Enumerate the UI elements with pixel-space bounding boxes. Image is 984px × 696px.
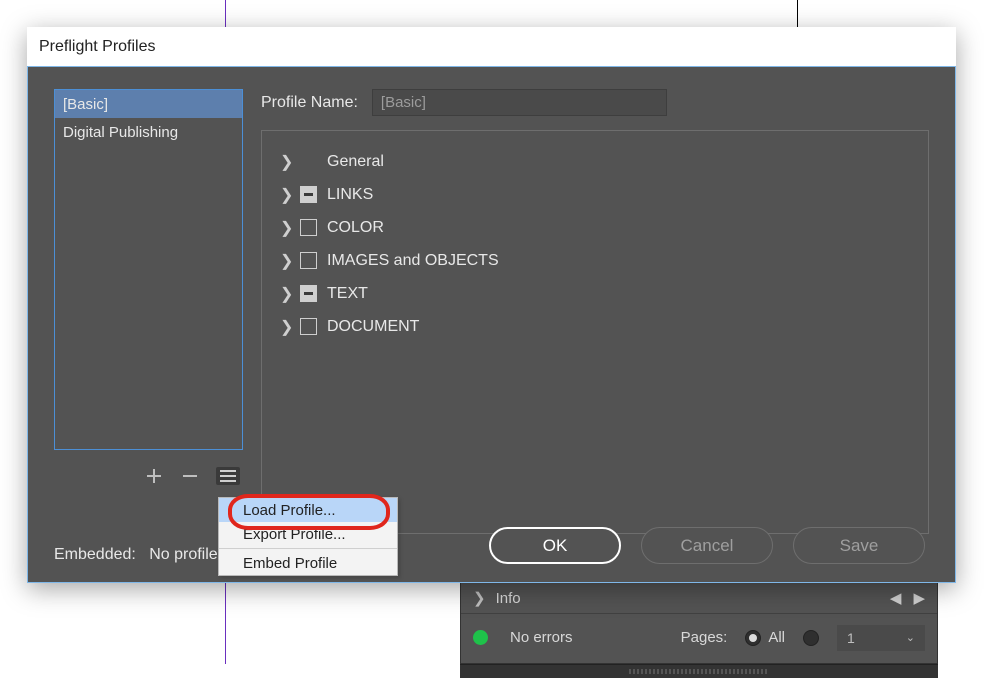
radio-on-icon — [745, 630, 761, 646]
status-ok-icon — [473, 630, 488, 645]
menu-embed-profile[interactable]: Embed Profile — [219, 551, 397, 575]
profile-label: [Basic] — [63, 96, 108, 113]
embedded-label: Embedded: — [54, 546, 136, 563]
preflight-panel: ❯ Info ◀ ▶ No errors Pages: All 1 ⌄ — [460, 582, 938, 664]
checkbox-off-icon[interactable] — [300, 252, 317, 269]
nav-prev-icon[interactable]: ◀ — [890, 589, 902, 607]
chevron-right-icon: ❯ — [280, 218, 290, 238]
menu-separator — [219, 548, 397, 549]
chevron-right-icon: ❯ — [280, 317, 290, 337]
profiles-flyout-menu: Load Profile... Export Profile... Embed … — [218, 497, 398, 576]
add-profile-button[interactable] — [144, 466, 164, 486]
category-label: COLOR — [327, 219, 384, 237]
nav-next-icon[interactable]: ▶ — [913, 589, 925, 607]
minus-icon — [182, 468, 198, 484]
category-general[interactable]: ❯ General — [280, 145, 910, 178]
cancel-button[interactable]: Cancel — [641, 527, 773, 564]
panel-drag-handle[interactable] — [460, 664, 938, 678]
menu-export-profile[interactable]: Export Profile... — [219, 522, 397, 546]
category-label: DOCUMENT — [327, 318, 419, 336]
category-label: LINKS — [327, 186, 373, 204]
dialog-buttons: OK Cancel Save — [489, 527, 925, 564]
menu-item-label: Embed Profile — [243, 555, 337, 572]
chevron-right-icon: ❯ — [473, 589, 486, 607]
profile-item-digital-publishing[interactable]: Digital Publishing — [55, 118, 242, 146]
category-label: General — [327, 153, 384, 171]
radio-off-icon — [803, 630, 819, 646]
chevron-down-icon: ⌄ — [906, 631, 915, 644]
chevron-right-icon: ❯ — [280, 185, 290, 205]
menu-load-profile[interactable]: Load Profile... — [219, 498, 397, 522]
category-images-objects[interactable]: ❯ IMAGES and OBJECTS — [280, 244, 910, 277]
checkbox-mixed-icon[interactable] — [300, 186, 317, 203]
category-document[interactable]: ❯ DOCUMENT — [280, 310, 910, 343]
profiles-list[interactable]: [Basic] Digital Publishing — [54, 89, 243, 450]
chevron-right-icon: ❯ — [280, 251, 290, 271]
dialog-title: Preflight Profiles — [39, 38, 156, 56]
info-row[interactable]: ❯ Info ◀ ▶ — [461, 583, 937, 614]
status-text: No errors — [510, 629, 573, 646]
pages-range-radio[interactable] — [803, 630, 819, 646]
categories-box: ❯ General ❯ LINKS ❯ COLOR — [261, 130, 929, 534]
chevron-right-icon: ❯ — [280, 284, 290, 304]
profile-label: Digital Publishing — [63, 124, 178, 141]
pages-all-radio[interactable]: All — [745, 629, 785, 646]
pages-all-label: All — [768, 629, 785, 646]
preflight-status-row: No errors Pages: All 1 ⌄ — [461, 614, 937, 661]
remove-profile-button[interactable] — [180, 466, 200, 486]
cancel-label: Cancel — [681, 536, 734, 556]
checkbox-mixed-icon[interactable] — [300, 285, 317, 302]
dialog-body: [Basic] Digital Publishing — [27, 66, 956, 583]
save-button[interactable]: Save — [793, 527, 925, 564]
profiles-menu-button[interactable] — [216, 467, 240, 485]
dialog-titlebar[interactable]: Preflight Profiles — [27, 27, 956, 66]
ok-button[interactable]: OK — [489, 527, 621, 564]
preflight-profiles-dialog: Preflight Profiles [Basic] Digital Publi… — [27, 27, 956, 583]
profile-name-label: Profile Name: — [261, 94, 358, 112]
pages-label: Pages: — [681, 629, 728, 646]
profile-name-row: Profile Name: — [261, 89, 929, 116]
category-label: TEXT — [327, 285, 368, 303]
page-range-value: 1 — [847, 630, 855, 646]
info-label: Info — [496, 590, 521, 607]
menu-item-label: Load Profile... — [243, 502, 336, 519]
category-label: IMAGES and OBJECTS — [327, 252, 499, 270]
checkbox-off-icon[interactable] — [300, 318, 317, 335]
plus-icon — [146, 468, 162, 484]
app-background: ❯ Info ◀ ▶ No errors Pages: All 1 ⌄ — [0, 0, 984, 696]
category-text[interactable]: ❯ TEXT — [280, 277, 910, 310]
save-label: Save — [840, 536, 879, 556]
ok-label: OK — [543, 536, 568, 556]
category-links[interactable]: ❯ LINKS — [280, 178, 910, 211]
menu-item-label: Export Profile... — [243, 526, 346, 543]
profile-name-input[interactable] — [372, 89, 667, 116]
profile-item-basic[interactable]: [Basic] — [55, 90, 242, 118]
profiles-toolbar — [144, 466, 243, 486]
checkbox-off-icon[interactable] — [300, 219, 317, 236]
category-color[interactable]: ❯ COLOR — [280, 211, 910, 244]
page-range-select[interactable]: 1 ⌄ — [837, 625, 925, 651]
chevron-right-icon: ❯ — [280, 152, 290, 172]
